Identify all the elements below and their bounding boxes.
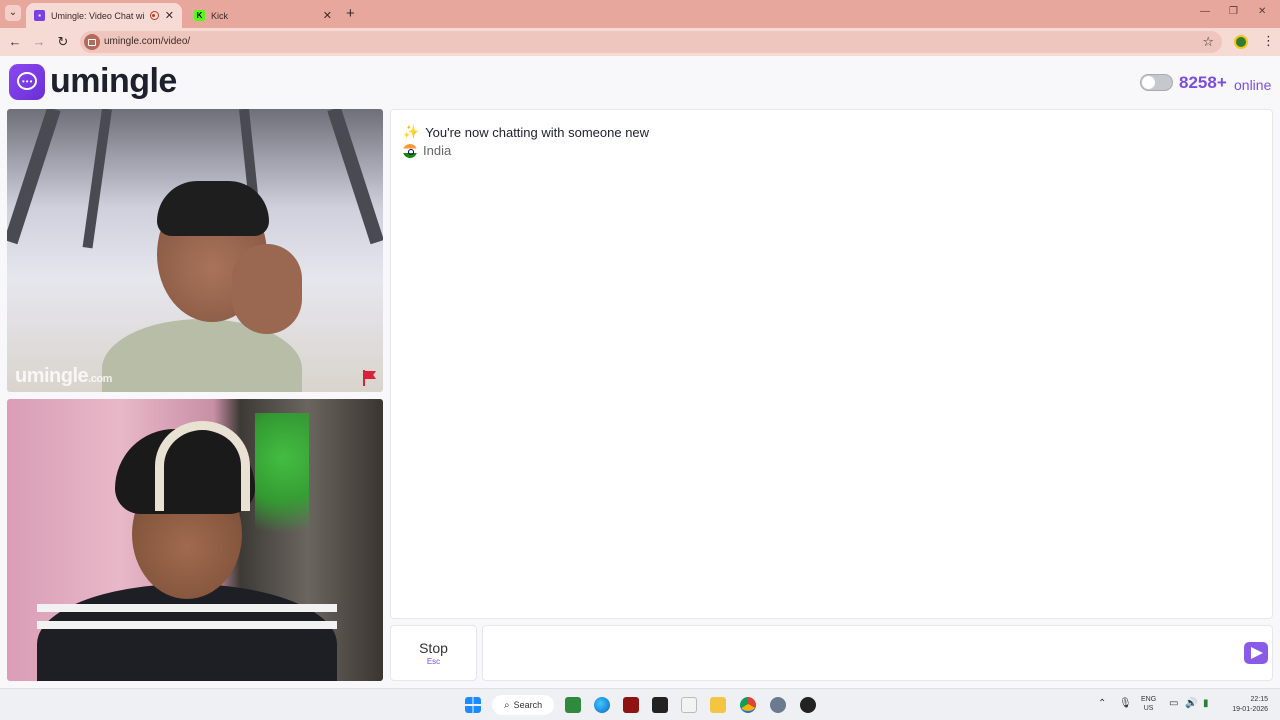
tab-title: Umingle: Video Chat with S xyxy=(51,10,144,21)
umingle-logo-icon[interactable]: ••• xyxy=(9,64,45,100)
search-label: Search xyxy=(513,700,543,710)
bookmark-star-icon[interactable]: ☆ xyxy=(1202,34,1214,50)
shirt-stripe xyxy=(37,604,337,612)
ceiling-beam xyxy=(82,109,112,249)
stranger-hair xyxy=(157,181,269,236)
recording-indicator-icon xyxy=(149,11,159,20)
video-watermark: umingle.com xyxy=(15,365,112,387)
search-icon: ⌕ xyxy=(504,699,510,711)
url-text: umingle.com/video/ xyxy=(104,36,191,47)
stranger-hand xyxy=(232,244,302,334)
self-video xyxy=(7,399,383,681)
forward-arrow-icon[interactable]: → xyxy=(31,34,47,49)
windows-start-icon[interactable] xyxy=(465,697,481,713)
profile-avatar-icon[interactable] xyxy=(1234,35,1248,49)
microphone-icon[interactable]: 🎙 xyxy=(1119,698,1132,709)
stop-shortcut: Esc xyxy=(426,657,441,666)
ceiling-beam xyxy=(7,109,61,245)
epic-games-icon[interactable] xyxy=(652,697,668,713)
app-icon[interactable] xyxy=(623,697,639,713)
stop-label: Stop xyxy=(419,640,448,656)
back-arrow-icon[interactable]: ← xyxy=(7,34,23,49)
address-bar[interactable]: umingle.com/video/ ☆ xyxy=(80,31,1222,53)
obs-icon[interactable] xyxy=(800,697,816,713)
chrome-icon[interactable] xyxy=(740,697,756,713)
volume-icon[interactable]: 🔊 xyxy=(1185,698,1197,709)
minimize-icon[interactable]: — xyxy=(1200,6,1210,17)
shirt-stripe xyxy=(37,621,337,629)
message-input[interactable] xyxy=(482,625,1273,681)
notepad-icon[interactable] xyxy=(681,697,697,713)
maximize-icon[interactable]: ❐ xyxy=(1229,6,1238,17)
stranger-country: India xyxy=(403,143,451,158)
page-content: ••• umingle 8258+ online umingle.com ✨ Y… xyxy=(0,56,1280,688)
tab-search-button[interactable]: ⌄ xyxy=(5,5,21,21)
umingle-favicon-icon: ▪ xyxy=(34,10,45,21)
country-name: India xyxy=(423,143,452,158)
language-indicator[interactable]: ENG US xyxy=(1141,695,1156,713)
online-count: 8258+ xyxy=(1179,73,1227,92)
stop-button[interactable]: Stop Esc xyxy=(390,625,477,681)
file-explorer-icon[interactable] xyxy=(710,697,726,713)
site-logo-text[interactable]: umingle xyxy=(50,62,177,101)
send-icon[interactable] xyxy=(1244,642,1268,664)
chat-panel: ✨ You're now chatting with someone new I… xyxy=(390,109,1273,619)
kick-favicon-icon: K xyxy=(194,10,205,21)
new-tab-button[interactable]: + xyxy=(346,5,355,22)
system-message-text: You're now chatting with someone new xyxy=(425,124,650,140)
browser-toolbar: ← → ↻ umingle.com/video/ ☆ xyxy=(0,28,1280,56)
settings-gear-icon[interactable] xyxy=(770,697,786,713)
close-window-icon[interactable]: ✕ xyxy=(1258,6,1266,17)
battery-icon[interactable]: ▮ xyxy=(1203,698,1209,709)
stranger-video: umingle.com xyxy=(7,109,383,392)
close-tab-icon[interactable]: ✕ xyxy=(165,9,174,22)
ceiling-beam xyxy=(327,109,383,245)
report-flag-icon[interactable] xyxy=(363,370,377,386)
tab-umingle[interactable]: ▪ Umingle: Video Chat with S ✕ xyxy=(26,3,182,28)
reload-icon[interactable]: ↻ xyxy=(55,34,71,50)
tab-kick[interactable]: K Kick ✕ xyxy=(186,3,340,28)
sparkle-icon: ✨ xyxy=(403,124,420,139)
xbox-icon[interactable] xyxy=(565,697,581,713)
taskbar: ⌕ Search ⌃ 🎙 ENG US ▭ 🔊 ▮ 22:15 19-01-20… xyxy=(0,688,1280,720)
site-info-icon[interactable] xyxy=(84,34,100,50)
india-flag-icon xyxy=(403,143,417,158)
system-message: ✨ You're now chatting with someone new xyxy=(403,124,649,140)
show-hidden-icons-chevron-icon[interactable]: ⌃ xyxy=(1098,698,1106,709)
network-icon[interactable]: ▭ xyxy=(1169,698,1178,709)
plant-background xyxy=(255,413,309,563)
clock[interactable]: 22:15 19-01-2026 xyxy=(1226,695,1268,715)
browser-tab-bar: ⌄ ▪ Umingle: Video Chat with S ✕ K Kick … xyxy=(0,0,1280,28)
browser-menu-icon[interactable]: ⋮ xyxy=(1262,33,1275,49)
edge-icon[interactable] xyxy=(594,697,610,713)
online-label: online xyxy=(1234,77,1272,93)
taskbar-search[interactable]: ⌕ Search xyxy=(492,695,554,715)
tab-title: Kick xyxy=(211,10,229,21)
close-tab-icon[interactable]: ✕ xyxy=(323,9,332,22)
theme-toggle[interactable] xyxy=(1140,74,1173,91)
headphones xyxy=(155,421,250,511)
